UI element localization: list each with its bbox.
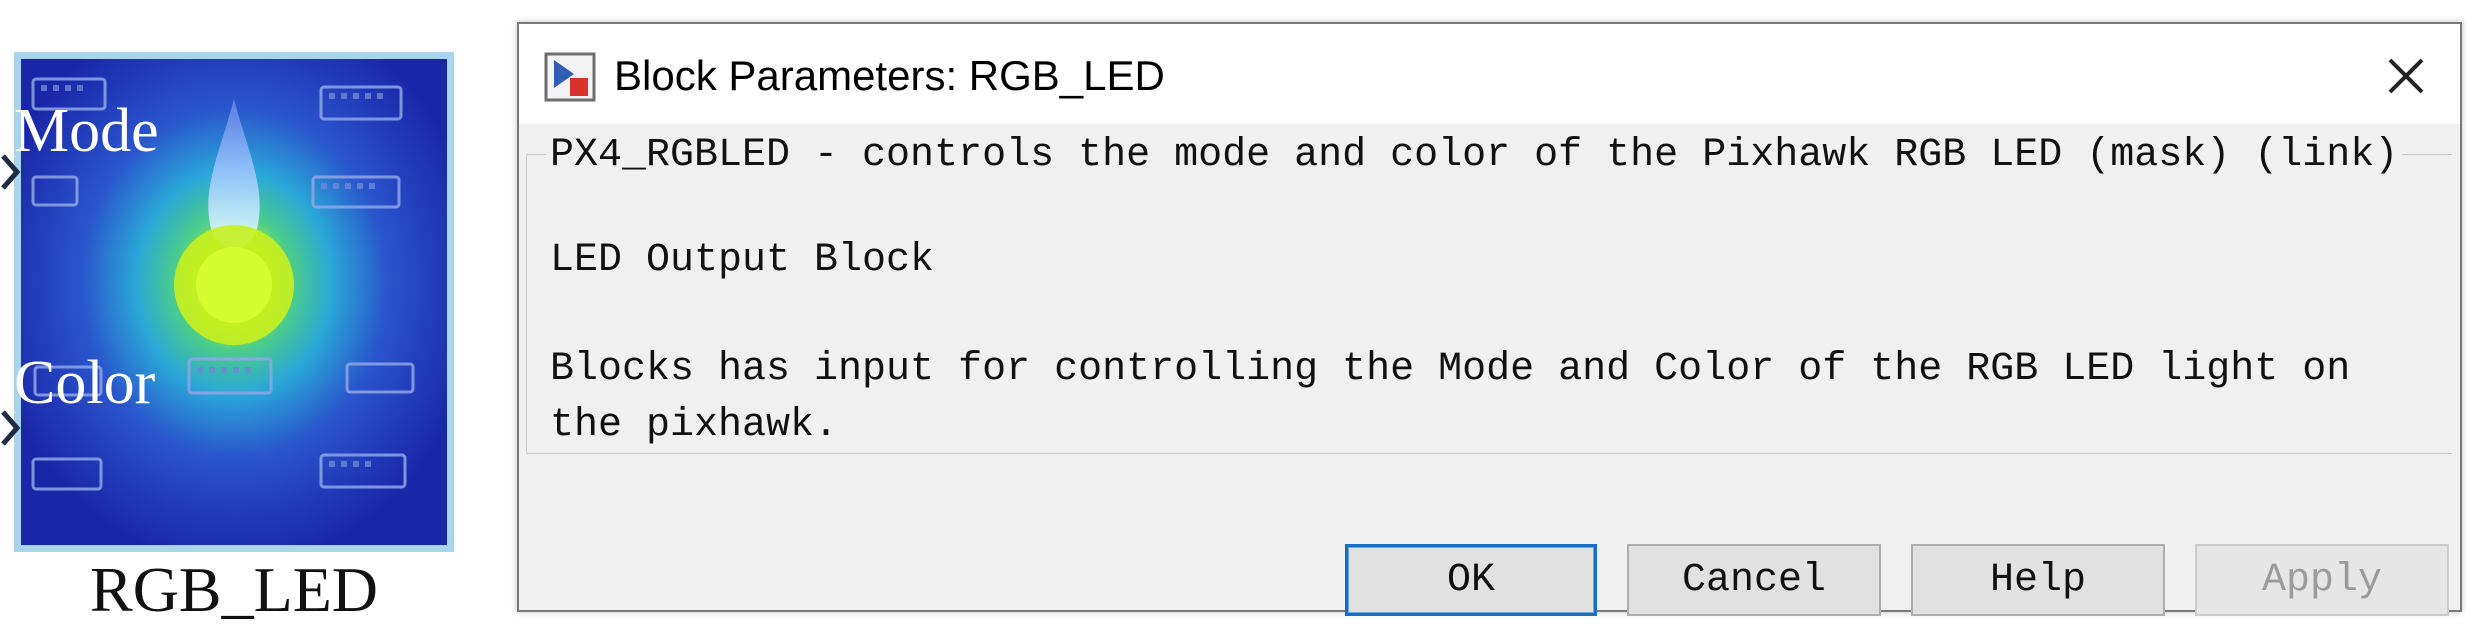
group-title: PX4_RGBLED - controls the mode and color… xyxy=(546,134,2403,178)
ok-button[interactable]: OK xyxy=(1345,544,1597,616)
color-port-label: Color xyxy=(14,349,156,417)
dialog-title: Block Parameters: RGB_LED xyxy=(614,52,1165,99)
apply-button[interactable]: Apply xyxy=(2195,544,2449,616)
block-description: Blocks has input for controlling the Mod… xyxy=(550,347,2351,448)
dialog-content: PX4_RGBLED - controls the mode and color… xyxy=(519,124,2460,616)
block-name-label[interactable]: RGB_LED xyxy=(14,552,454,628)
simulink-block-icon xyxy=(544,52,596,102)
cancel-button[interactable]: Cancel xyxy=(1627,544,1881,616)
help-button[interactable]: Help xyxy=(1911,544,2165,616)
block-type-label: LED Output Block xyxy=(550,238,935,283)
close-icon[interactable] xyxy=(2374,44,2438,108)
dialog-titlebar[interactable]: Block Parameters: RGB_LED xyxy=(519,24,2460,124)
block-parameters-dialog: Block Parameters: RGB_LED PX4_RGBLED - c… xyxy=(517,22,2462,616)
mode-port-label: Mode xyxy=(14,97,159,165)
